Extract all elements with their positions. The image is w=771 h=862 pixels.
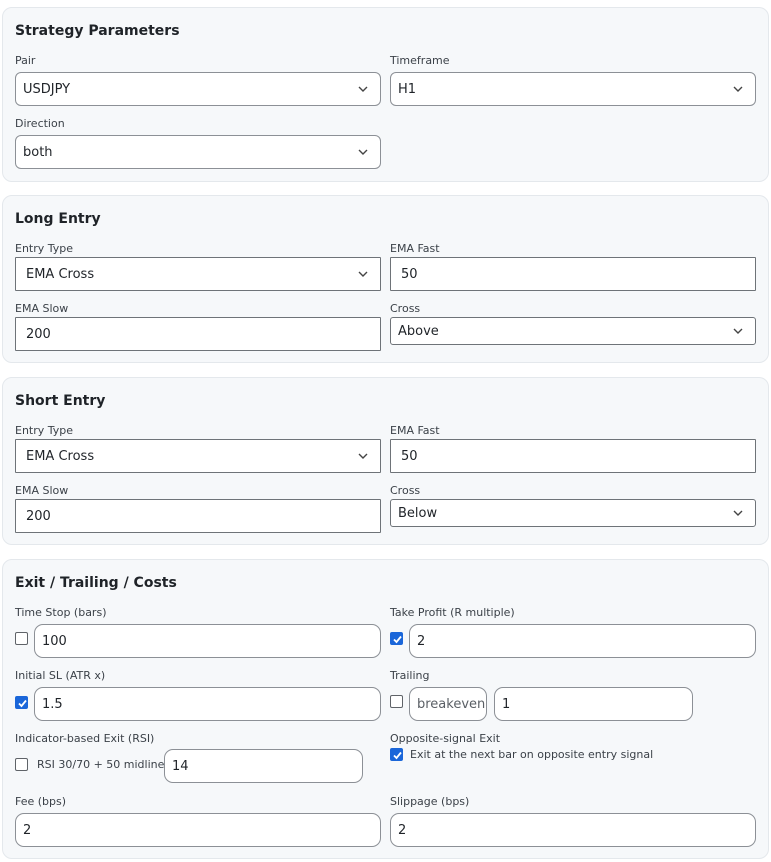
cross-select[interactable]: Below	[390, 499, 756, 527]
long-entry-panel: Long Entry Entry Type EMA Cross EMA Fast…	[2, 195, 769, 363]
rsi-period-input[interactable]: 14	[164, 749, 363, 783]
trailing-label: Trailing	[390, 669, 430, 682]
ema-fast-label: EMA Fast	[390, 242, 440, 255]
cross-label: Cross	[390, 484, 421, 497]
chevron-down-icon	[358, 453, 368, 459]
ema-fast-input[interactable]: 50	[390, 439, 756, 473]
cross-select[interactable]: Above	[390, 317, 756, 345]
entry-type-select[interactable]: EMA Cross	[15, 257, 381, 291]
entry-type-value: EMA Cross	[26, 266, 95, 282]
timeframe-value: H1	[398, 81, 417, 97]
chevron-down-icon	[733, 86, 743, 92]
section-title: Long Entry	[15, 211, 101, 227]
initial-sl-label: Initial SL (ATR x)	[15, 669, 106, 682]
strategy-parameters-panel: Strategy Parameters Pair USDJPY Timefram…	[2, 7, 769, 182]
short-entry-panel: Short Entry Entry Type EMA Cross EMA Fas…	[2, 377, 769, 545]
ema-slow-label: EMA Slow	[15, 302, 69, 315]
direction-label: Direction	[15, 117, 65, 130]
trailing-checkbox[interactable]	[390, 695, 403, 708]
direction-value: both	[23, 144, 53, 160]
indicator-exit-checkbox[interactable]	[15, 758, 28, 771]
entry-type-value: EMA Cross	[26, 448, 95, 464]
trailing-mode-value: breakeven	[417, 696, 486, 712]
time-stop-label: Time Stop (bars)	[15, 606, 107, 619]
time-stop-checkbox[interactable]	[15, 632, 28, 645]
checkmark-icon	[393, 635, 402, 644]
opposite-exit-label: Opposite-signal Exit	[390, 732, 501, 745]
chevron-down-icon	[358, 271, 368, 277]
chevron-down-icon	[358, 86, 368, 92]
opposite-exit-option: Exit at the next bar on opposite entry s…	[410, 748, 654, 761]
opposite-exit-checkbox[interactable]	[390, 748, 403, 761]
timeframe-label: Timeframe	[390, 54, 450, 67]
entry-type-label: Entry Type	[15, 242, 74, 255]
cross-value: Below	[398, 505, 438, 521]
ema-fast-label: EMA Fast	[390, 424, 440, 437]
take-profit-checkbox[interactable]	[390, 632, 403, 645]
cross-label: Cross	[390, 302, 421, 315]
entry-type-label: Entry Type	[15, 424, 74, 437]
entry-type-select[interactable]: EMA Cross	[15, 439, 381, 473]
pair-select[interactable]: USDJPY	[15, 72, 381, 106]
direction-select[interactable]: both	[15, 135, 381, 169]
trailing-mode-select[interactable]: breakeven	[409, 687, 487, 721]
ema-slow-label: EMA Slow	[15, 484, 69, 497]
slippage-input[interactable]: 2	[390, 813, 756, 847]
ema-slow-input[interactable]: 200	[15, 317, 381, 351]
slippage-label: Slippage (bps)	[390, 795, 470, 808]
ema-fast-input[interactable]: 50	[390, 257, 756, 291]
section-title: Exit / Trailing / Costs	[15, 575, 177, 591]
indicator-exit-label: Indicator-based Exit (RSI)	[15, 732, 155, 745]
fee-input[interactable]: 2	[15, 813, 381, 847]
take-profit-input[interactable]: 2	[409, 624, 756, 658]
fee-label: Fee (bps)	[15, 795, 67, 808]
initial-sl-input[interactable]: 1.5	[34, 687, 381, 721]
take-profit-label: Take Profit (R multiple)	[390, 606, 515, 619]
initial-sl-checkbox[interactable]	[15, 696, 28, 709]
section-title: Strategy Parameters	[15, 23, 180, 39]
section-title: Short Entry	[15, 393, 106, 409]
checkmark-icon	[393, 751, 402, 760]
indicator-exit-option: RSI 30/70 + 50 midline	[37, 758, 165, 771]
chevron-down-icon	[733, 510, 743, 516]
chevron-down-icon	[733, 328, 743, 334]
checkmark-icon	[18, 699, 27, 708]
pair-value: USDJPY	[23, 81, 71, 97]
exit-trailing-costs-panel: Exit / Trailing / Costs Time Stop (bars)…	[2, 559, 769, 859]
chevron-down-icon	[358, 149, 368, 155]
cross-value: Above	[398, 323, 439, 339]
ema-slow-input[interactable]: 200	[15, 499, 381, 533]
timeframe-select[interactable]: H1	[390, 72, 756, 106]
trailing-value-input[interactable]: 1	[494, 687, 693, 721]
time-stop-input[interactable]: 100	[34, 624, 381, 658]
pair-label: Pair	[15, 54, 36, 67]
